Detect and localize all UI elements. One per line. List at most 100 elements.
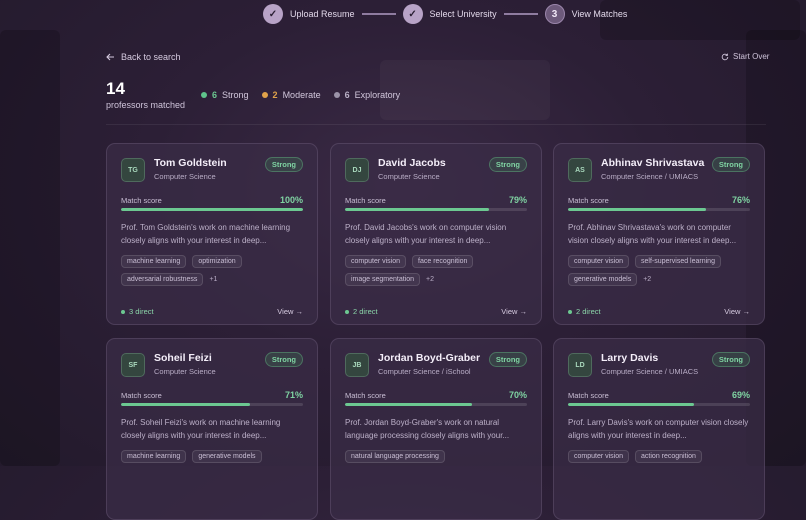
step-connector	[361, 13, 396, 15]
legend-label: Exploratory	[354, 90, 401, 100]
match-score-label: Match score	[345, 391, 386, 400]
research-tag: generative models	[192, 450, 262, 463]
match-score-label: Match score	[121, 391, 162, 400]
match-score-bar	[568, 208, 750, 211]
professor-department: Computer Science / iSchool	[378, 367, 471, 376]
check-icon: ✓	[263, 4, 283, 24]
step-label: Select University	[429, 9, 497, 19]
status-dot-icon	[333, 92, 340, 98]
legend-moderate[interactable]: 2 Moderate	[261, 90, 321, 100]
status-badge: Strong	[488, 352, 527, 367]
more-tags-count: +2	[643, 276, 652, 283]
status-badge: Strong	[711, 352, 750, 367]
research-tag: machine learning	[121, 450, 187, 463]
research-tag: action recognition	[635, 450, 702, 463]
professor-card[interactable]: AS Abhinav Shrivastava Computer Science …	[553, 143, 765, 325]
avatar: SF	[121, 353, 145, 377]
research-tags: computer vision self-supervised learning g…	[568, 255, 750, 286]
professor-name: Jordan Boyd-Graber	[378, 352, 481, 364]
match-score-bar-fill	[568, 208, 707, 211]
research-tags: machine learning generative models	[121, 450, 303, 463]
more-tags-count: +1	[209, 276, 218, 283]
status-badge: Strong	[488, 157, 527, 172]
step-number: 3	[544, 4, 565, 24]
view-button[interactable]: View →	[724, 307, 750, 316]
refresh-icon	[721, 53, 729, 60]
status-badge: Strong	[264, 157, 303, 172]
status-badge: Strong	[711, 157, 750, 172]
research-tag: adversarial robustness	[121, 273, 204, 286]
direct-matches: 2 direct	[568, 307, 601, 316]
professor-department: Computer Science / UMIACS	[601, 172, 699, 181]
view-button[interactable]: View →	[501, 307, 527, 316]
match-description: Prof. Jordan Boyd-Graber's work on natur…	[345, 418, 510, 440]
research-tag: image segmentation	[345, 273, 421, 286]
direct-label: 2 direct	[353, 307, 378, 316]
step-upload-resume[interactable]: ✓ Upload Resume	[263, 4, 355, 24]
professor-card[interactable]: JB Jordan Boyd-Graber Computer Science /…	[330, 338, 542, 520]
back-to-search-link[interactable]: Back to search	[106, 52, 181, 62]
legend-exploratory[interactable]: 6 Exploratory	[333, 90, 401, 100]
match-count-label: professors matched	[106, 100, 186, 110]
research-tag: machine learning	[121, 255, 187, 268]
legend-strong[interactable]: 6 Strong	[201, 90, 249, 100]
progress-stepper: ✓ Upload Resume ✓ Select University 3 Vi…	[263, 3, 627, 25]
match-score-bar-fill	[568, 403, 694, 406]
match-legend: 6 Strong 2 Moderate 6 Exploratory	[201, 90, 400, 100]
match-score-bar	[568, 403, 750, 406]
legend-count: 2	[272, 90, 278, 100]
match-score-bar-fill	[121, 208, 303, 211]
start-over-label: Start Over	[733, 52, 770, 61]
professor-card[interactable]: SF Soheil Feizi Computer Science Strong …	[106, 338, 318, 520]
status-dot-icon	[568, 309, 572, 314]
avatar: LD	[568, 353, 592, 377]
direct-label: 2 direct	[576, 307, 601, 316]
step-label: Upload Resume	[290, 9, 355, 19]
view-button[interactable]: View →	[277, 307, 303, 316]
status-dot-icon	[201, 92, 207, 98]
match-description: Prof. Abhinav Shrivastava's work on comp…	[568, 223, 737, 245]
avatar: JB	[345, 353, 369, 377]
match-score-value: 69%	[731, 390, 750, 400]
professor-department: Computer Science	[154, 172, 216, 181]
direct-label: 3 direct	[129, 307, 154, 316]
match-description: Prof. Larry Davis's work on computer vis…	[568, 418, 749, 440]
professor-card[interactable]: LD Larry Davis Computer Science / UMIACS…	[553, 338, 765, 520]
research-tags: computer vision face recognition image seg…	[345, 255, 527, 286]
step-select-university[interactable]: ✓ Select University	[402, 4, 497, 24]
start-over-button[interactable]: Start Over	[721, 52, 769, 61]
more-tags-count: +2	[426, 276, 435, 283]
match-score-value: 100%	[279, 195, 303, 205]
research-tag: computer vision	[568, 450, 630, 463]
match-score-bar	[345, 403, 527, 406]
legend-count: 6	[344, 90, 350, 100]
status-badge: Strong	[264, 352, 303, 367]
step-view-matches[interactable]: 3 View Matches	[544, 4, 627, 24]
professor-name: Tom Goldstein	[154, 157, 227, 169]
arrow-left-icon	[106, 53, 114, 61]
avatar: AS	[568, 158, 592, 182]
research-tag: optimization	[192, 255, 242, 268]
back-label: Back to search	[121, 52, 181, 62]
direct-matches: 2 direct	[345, 307, 378, 316]
professor-name: Larry Davis	[601, 352, 659, 364]
match-description: Prof. David Jacobs's work on computer vi…	[345, 223, 507, 245]
match-score-bar	[121, 208, 303, 211]
match-score-bar-fill	[345, 208, 489, 211]
status-dot-icon	[261, 92, 268, 98]
legend-label: Moderate	[282, 90, 321, 100]
direct-matches: 3 direct	[121, 307, 154, 316]
research-tags: machine learning optimization adversarial …	[121, 255, 303, 286]
legend-label: Strong	[222, 90, 249, 100]
professor-name: David Jacobs	[378, 157, 446, 169]
step-connector	[503, 13, 538, 15]
professor-department: Computer Science	[378, 172, 440, 181]
research-tag: self-supervised learning	[635, 255, 721, 268]
professor-card[interactable]: TG Tom Goldstein Computer Science Strong…	[106, 143, 318, 325]
avatar: TG	[121, 158, 145, 182]
match-score-bar	[121, 403, 303, 406]
research-tag: generative models	[568, 273, 638, 286]
professor-department: Computer Science / UMIACS	[601, 367, 699, 376]
match-score-label: Match score	[121, 196, 162, 205]
professor-card[interactable]: DJ David Jacobs Computer Science Strong …	[330, 143, 542, 325]
